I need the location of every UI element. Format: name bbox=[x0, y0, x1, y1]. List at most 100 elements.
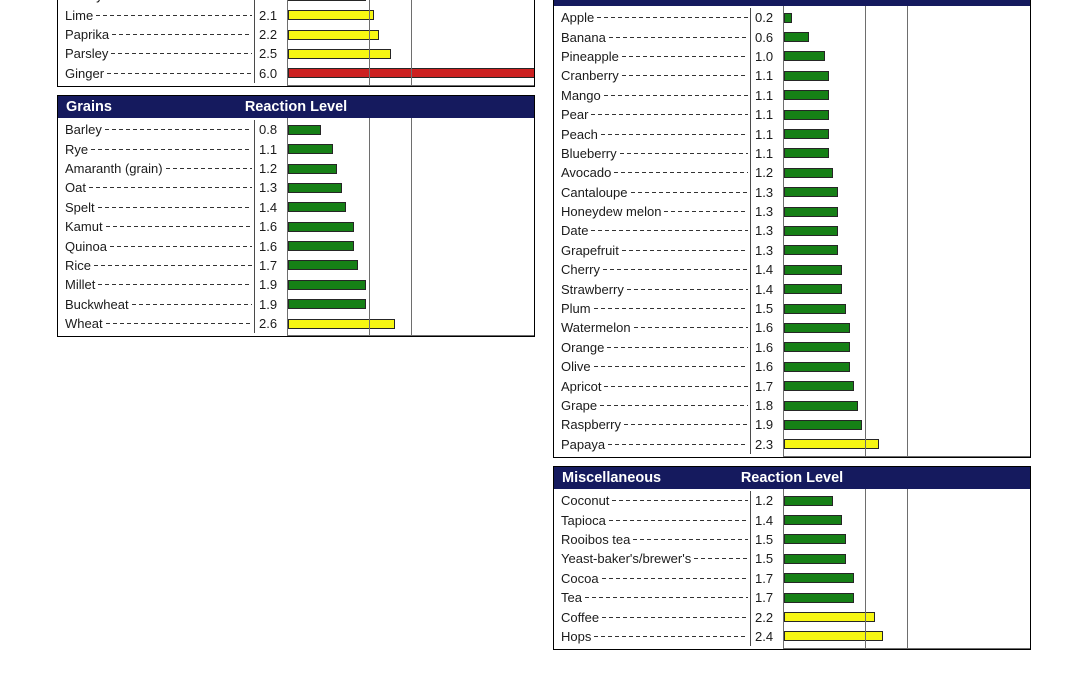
row-bar-cell bbox=[783, 510, 1030, 530]
leader-dots bbox=[111, 53, 252, 55]
reaction-bar bbox=[288, 10, 375, 21]
row-label: Ginger bbox=[58, 64, 254, 83]
row-bar-cell bbox=[783, 182, 1030, 202]
table-row: Ginger 6.0 bbox=[58, 63, 534, 84]
reaction-bar bbox=[784, 322, 850, 333]
leader-dots bbox=[597, 17, 748, 19]
row-label-text: Paprika bbox=[65, 27, 110, 43]
reaction-bar bbox=[784, 515, 842, 526]
table-row: Lime 2.1 bbox=[58, 5, 534, 25]
panel-miscellaneous: Miscellaneous Reaction Level Coconut 1.2 Tap… bbox=[553, 465, 1031, 651]
row-label-text: Yeast-baker's/brewer's bbox=[561, 551, 692, 567]
row-bar-cell bbox=[783, 568, 1030, 588]
row-bar-cell bbox=[287, 120, 534, 140]
table-row: Honeydew melon 1.3 bbox=[554, 201, 1030, 222]
table-row: Orange 1.6 bbox=[554, 337, 1030, 358]
reaction-bar bbox=[288, 144, 334, 155]
reaction-bar bbox=[784, 70, 830, 81]
reaction-bar bbox=[784, 51, 826, 62]
row-value: 2.2 bbox=[254, 24, 287, 45]
table-row: Kamut 1.6 bbox=[58, 216, 534, 237]
row-label-text: Rice bbox=[65, 257, 92, 273]
table-row: Olive 1.6 bbox=[554, 357, 1030, 377]
row-label-text: Lime bbox=[65, 7, 94, 23]
panel-body-fruits: Apple 0.2 Banana 0.6 Pineapple 1.0 Cranberry 1.… bbox=[554, 6, 1030, 457]
row-value: 1.4 bbox=[750, 279, 783, 299]
panel-body-spices: Vanilla1.2Oregano1.3Cardamom1.3Cayenne p… bbox=[58, 0, 534, 87]
row-label: Cocoa bbox=[554, 569, 750, 588]
row-value: 1.6 bbox=[750, 337, 783, 358]
row-label: Tea bbox=[554, 588, 750, 607]
table-row: Spelt 1.4 bbox=[58, 197, 534, 217]
leader-dots bbox=[165, 168, 252, 169]
row-label: Grapefruit bbox=[554, 241, 750, 260]
row-value: 2.4 bbox=[750, 626, 783, 647]
reaction-bar bbox=[784, 381, 854, 392]
row-label: Pear bbox=[554, 105, 750, 124]
row-value: 2.5 bbox=[254, 44, 287, 64]
reaction-bar bbox=[288, 163, 338, 174]
axis-line bbox=[783, 455, 1030, 457]
right-column: FruitsReaction LevelApple0.2Banana0.6Pin… bbox=[553, 0, 1031, 658]
reaction-bar bbox=[784, 109, 830, 120]
row-label-text: Millet bbox=[65, 277, 96, 293]
row-label: Hops bbox=[554, 627, 750, 646]
row-value: 1.3 bbox=[750, 221, 783, 241]
row-value: 6.0 bbox=[254, 63, 287, 84]
table-row: Peach 1.1 bbox=[554, 124, 1030, 144]
row-label: Rooibos tea bbox=[554, 530, 750, 549]
reaction-bar bbox=[784, 342, 850, 353]
row-label: Coconut bbox=[554, 491, 750, 510]
row-value: 1.2 bbox=[750, 490, 783, 511]
row-label: Blueberry bbox=[554, 144, 750, 163]
table-row: Rooibos tea 1.5 bbox=[554, 529, 1030, 550]
row-label-text: Avocado bbox=[561, 165, 612, 181]
reaction-bar bbox=[784, 495, 834, 506]
leader-dots bbox=[694, 558, 748, 560]
row-label: Cantaloupe bbox=[554, 183, 750, 202]
row-value: 2.1 bbox=[254, 5, 287, 25]
reaction-bar bbox=[288, 124, 321, 135]
leader-dots bbox=[593, 366, 748, 368]
row-label-text: Grapefruit bbox=[561, 242, 619, 258]
row-label-text: Coffee bbox=[561, 609, 600, 625]
row-bar-cell bbox=[287, 294, 534, 314]
row-label-text: Buckwheat bbox=[65, 296, 129, 312]
table-row: Pineapple 1.0 bbox=[554, 46, 1030, 67]
leader-dots bbox=[604, 385, 748, 387]
row-bar-cell bbox=[287, 255, 534, 276]
row-bar-cell bbox=[783, 279, 1030, 299]
row-value: 1.6 bbox=[750, 357, 783, 377]
table-row: Grape 1.8 bbox=[554, 395, 1030, 416]
table-row: Pear 1.1 bbox=[554, 104, 1030, 125]
leader-dots bbox=[591, 114, 748, 116]
row-label: Kamut bbox=[58, 217, 254, 236]
leader-dots bbox=[88, 187, 252, 189]
leader-dots bbox=[612, 500, 748, 502]
leader-dots bbox=[97, 206, 252, 208]
row-label-text: Cantaloupe bbox=[561, 184, 628, 200]
row-bar-cell bbox=[783, 124, 1030, 144]
leader-dots bbox=[109, 245, 252, 247]
row-label: Spelt bbox=[58, 198, 254, 217]
row-value: 0.8 bbox=[254, 120, 287, 140]
leader-dots bbox=[107, 72, 252, 74]
leader-dots bbox=[112, 34, 252, 36]
reaction-bar bbox=[784, 573, 854, 584]
row-label-text: Honeydew melon bbox=[561, 204, 662, 220]
row-bar-cell bbox=[287, 178, 534, 198]
panel-spices: SpicesReaction LevelVanilla1.2Oregano1.3… bbox=[57, 0, 535, 88]
row-value: 2.6 bbox=[254, 313, 287, 334]
reaction-bar bbox=[784, 206, 838, 217]
row-value: 2.2 bbox=[750, 607, 783, 627]
reaction-bar bbox=[288, 299, 367, 310]
reaction-bar bbox=[288, 48, 391, 59]
row-bar-cell bbox=[783, 607, 1030, 627]
row-value: 1.6 bbox=[254, 216, 287, 237]
reaction-bar bbox=[784, 419, 863, 430]
row-bar-cell bbox=[287, 44, 534, 64]
row-value: 1.1 bbox=[750, 124, 783, 144]
row-label-text: Apple bbox=[561, 10, 595, 26]
leader-dots bbox=[584, 597, 748, 599]
row-label: Cherry bbox=[554, 260, 750, 279]
